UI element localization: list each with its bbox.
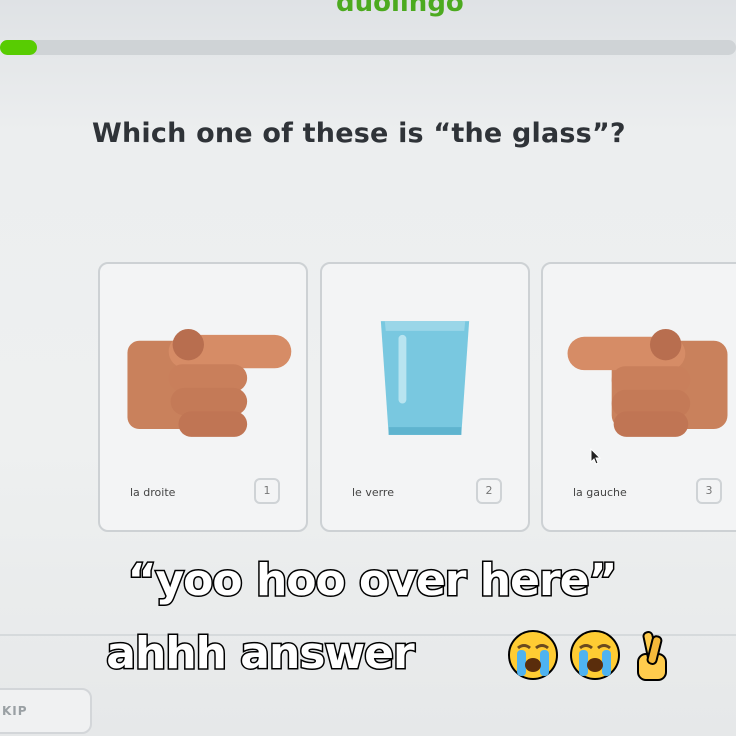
progress-fill <box>0 40 37 55</box>
lesson-progress-bar <box>0 40 736 55</box>
crossed-fingers-icon <box>637 631 667 681</box>
choice-label: la gauche <box>573 486 627 499</box>
glass-icon <box>380 321 470 435</box>
choice-card-1[interactable]: la droite 1 <box>98 262 308 532</box>
loudly-crying-face-icon <box>570 630 620 680</box>
skip-button[interactable]: KIP <box>0 688 92 734</box>
choice-label: le verre <box>352 486 394 499</box>
choice-key-hint: 2 <box>476 478 502 504</box>
question-prompt: Which one of these is “the glass”? <box>92 118 626 149</box>
caption-line-2: ahhh answer <box>105 627 416 681</box>
hand-pointing-left-icon <box>567 328 728 437</box>
choice-key-hint: 3 <box>696 478 722 504</box>
choice-card-3[interactable]: la gauche 3 <box>541 262 736 532</box>
duolingo-logo: duolingo <box>336 0 464 18</box>
loudly-crying-face-icon <box>508 630 558 680</box>
choice-card-2[interactable]: le verre 2 <box>320 262 530 532</box>
mouse-pointer-icon <box>590 448 602 465</box>
hand-pointing-right-icon <box>127 328 292 437</box>
choice-key-hint: 1 <box>254 478 280 504</box>
caption-line-1: “yoo hoo over here” <box>126 554 619 608</box>
choice-label: la droite <box>130 486 176 499</box>
